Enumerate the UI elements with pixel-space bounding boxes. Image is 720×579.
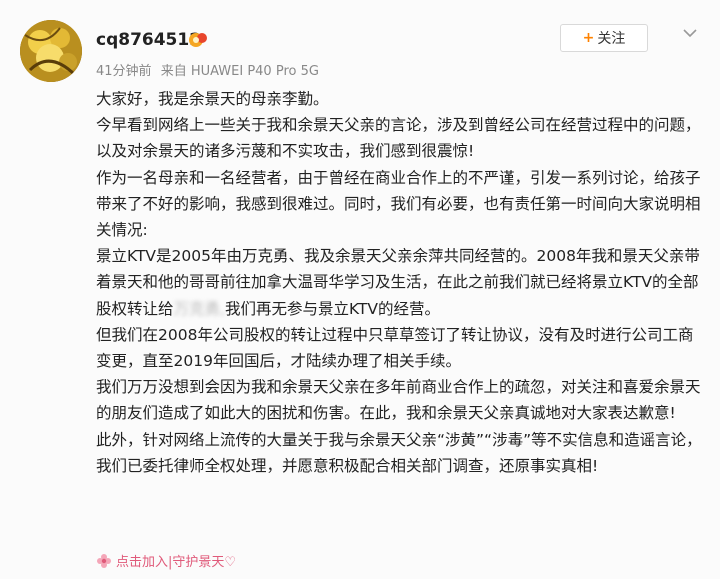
history-text-end: 我们再无参与景立KTV的经营。 (224, 299, 440, 318)
paragraph-legal: 此外，针对网络上流传的大量关于我与余景天父亲“涉黄”“涉毒”等不实信息和造谣言论… (96, 430, 702, 475)
paragraph-history: 景立KTV是2005年由万克勇、我及余景天父亲余萍共同经营的。2008年我和景天… (96, 243, 708, 322)
blurred-name: 万克勇, (173, 299, 225, 318)
paragraph-intro: 今早看到网络上一些关于我和余景天父亲的言论，涉及到曾经公司在经营过程中的问题，以… (96, 116, 701, 161)
paragraph-greeting: 大家好，我是余景天的母亲李勤。 (96, 90, 329, 108)
follow-button[interactable]: + 关注 (560, 24, 648, 52)
avatar-image (20, 20, 82, 82)
paragraph-apology: 我们万万没想到会因为我和余景天父亲在多年前商业合作上的疏忽，对关注和喜爱余景天的… (96, 378, 701, 423)
post-source: 来自 HUAWEI P40 Pro 5G (160, 64, 319, 79)
chevron-down-icon[interactable] (683, 28, 697, 38)
follow-label: 关注 (597, 31, 626, 47)
post-content: 大家好，我是余景天的母亲李勤。 今早看到网络上一些关于我和余景天父亲的言论，涉及… (96, 86, 708, 479)
fan-club-link[interactable]: 点击加入|守护景天♡ (96, 551, 236, 570)
post-meta: 41分钟前 来自 HUAWEI P40 Pro 5G (96, 60, 319, 79)
username[interactable]: cq8764512 (96, 30, 201, 50)
post-time[interactable]: 41分钟前 (96, 64, 152, 79)
plus-icon: + (582, 30, 595, 46)
avatar[interactable] (20, 20, 82, 82)
fan-club-text: 点击加入|守护景天♡ (116, 555, 237, 570)
vip-badge-icon (189, 33, 207, 47)
paragraph-statement: 作为一名母亲和一名经营者，由于曾经在商业合作上的不严谨，引发一系列讨论，给孩子带… (96, 168, 701, 240)
flower-icon (97, 553, 111, 568)
paragraph-transfer: 但我们在2008年公司股权的转让过程中只草草签订了转让协议，没有及时进行公司工商… (96, 325, 694, 371)
weibo-post-card: cq8764512 41分钟前 来自 HUAWEI P40 Pro 5G + 关… (0, 0, 720, 579)
